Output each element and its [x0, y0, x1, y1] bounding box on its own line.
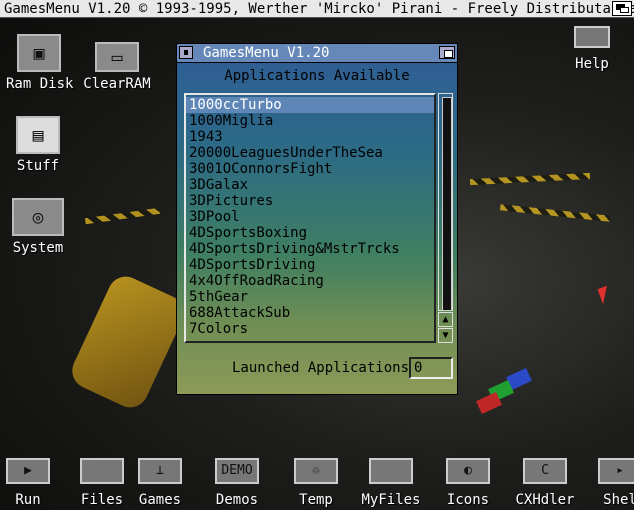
hard-drive-icon: ◎ [12, 198, 64, 236]
decorative-stripe [469, 172, 591, 186]
recycle-icon: ♲ [294, 458, 338, 484]
dock-item-label: Icons [446, 492, 490, 508]
list-item[interactable]: 1000Miglia [186, 113, 434, 129]
dock-item-label: Files [80, 492, 124, 508]
dock-item-myfiles[interactable]: MyFiles [361, 458, 421, 508]
decorative-stripe [84, 207, 161, 225]
desktop-icon-label: System [12, 240, 64, 256]
dock-item-shel[interactable]: ▸ Shel [590, 458, 634, 508]
depth-gadget-icon[interactable] [439, 46, 455, 59]
window-title-bar[interactable]: GamesMenu V1.20 [177, 44, 457, 63]
scroll-up-icon[interactable]: ▲ [438, 312, 453, 327]
launched-applications-label: Launched Applications [232, 360, 410, 376]
dock-item-label: Games [138, 492, 182, 508]
dock-item-demos[interactable]: DEMO Demos [207, 458, 267, 508]
screen-title-bar: GamesMenu V1.20 © 1993-1995, Werther 'Mi… [0, 0, 634, 18]
ram-disk-icon: ▣ [17, 34, 61, 72]
list-item[interactable]: 688AttackSub [186, 305, 434, 321]
list-item[interactable]: 7Colors [186, 321, 434, 337]
commodity-icon: C [523, 458, 567, 484]
help-label: Help [575, 56, 609, 72]
screen-depth-gadget[interactable] [612, 1, 632, 16]
clear-ram-icon: ▭ [95, 42, 139, 72]
dock-item-label: CXHdler [515, 492, 575, 508]
desktop-icon-label: Stuff [16, 158, 60, 174]
shell-icon: ▸ [598, 458, 634, 484]
dock-item-label: Shel [603, 492, 634, 508]
list-item[interactable]: 3001OConnorsFight [186, 161, 434, 177]
play-icon: ▶ [6, 458, 50, 484]
desktop-icon-ram-disk[interactable]: ▣ Ram Disk [6, 34, 74, 92]
close-icon[interactable] [179, 46, 193, 59]
list-item[interactable]: 4x4OffRoadRacing [186, 273, 434, 289]
dock-item-run[interactable]: ▶ Run [0, 458, 58, 508]
joystick-icon: ⊥ [138, 458, 182, 484]
decorative-device-image [66, 270, 190, 414]
window-title: GamesMenu V1.20 [203, 45, 330, 61]
icons-drawer-icon: ◐ [446, 458, 490, 484]
gamesmenu-window: GamesMenu V1.20 Applications Available 1… [176, 43, 458, 395]
desktop-icon-stuff[interactable]: ▤ Stuff [8, 116, 68, 174]
mouse-pointer-icon [597, 285, 613, 305]
list-item[interactable]: 20000LeaguesUnderTheSea [186, 145, 434, 161]
screen-title: GamesMenu V1.20 © 1993-1995, Werther 'Mi… [4, 1, 634, 17]
desktop-icon-label: ClearRAM [83, 76, 151, 92]
list-item[interactable]: 5thGear [186, 289, 434, 305]
demo-drawer-icon: DEMO [215, 458, 259, 484]
dock-item-temp[interactable]: ♲ Temp [286, 458, 346, 508]
scrollbar-track[interactable] [438, 93, 453, 311]
desktop-icon-label: Ram Disk [6, 76, 74, 92]
files-icon [369, 458, 413, 484]
dock-item-label: MyFiles [361, 492, 421, 508]
list-scrollbar[interactable]: ▲ ▼ [438, 93, 453, 343]
dock-item-cxhdler[interactable]: C CXHdler [515, 458, 575, 508]
list-item[interactable]: 3DPictures [186, 193, 434, 209]
decorative-stripe [499, 204, 611, 222]
list-item[interactable]: 4DSportsDriving [186, 257, 434, 273]
dock-item-files[interactable]: Files [72, 458, 132, 508]
help-button[interactable]: Help [574, 26, 610, 72]
list-item[interactable]: 3DGalax [186, 177, 434, 193]
list-item[interactable]: 1000ccTurbo [186, 97, 434, 113]
scrollbar-knob[interactable] [442, 97, 452, 311]
dock-item-label: Run [15, 492, 41, 508]
dock-item-games[interactable]: ⊥ Games [130, 458, 190, 508]
launched-applications-count: 0 [409, 357, 453, 379]
applications-list[interactable]: 1000ccTurbo 1000Miglia 1943 20000LeaguesUnd… [184, 93, 436, 343]
folder-icon [80, 458, 124, 484]
disk-icon: ▤ [16, 116, 60, 154]
list-item[interactable]: 4DSportsDriving&MstrTrcks [186, 241, 434, 257]
list-item[interactable]: 3DPool [186, 209, 434, 225]
help-icon [574, 26, 610, 48]
list-item[interactable]: 1943 [186, 129, 434, 145]
dock-item-icons[interactable]: ◐ Icons [438, 458, 498, 508]
dock-item-label: Demos [215, 492, 259, 508]
scroll-down-icon[interactable]: ▼ [438, 328, 453, 343]
desktop-icon-system[interactable]: ◎ System [8, 198, 68, 256]
list-item[interactable]: 4DSportsBoxing [186, 225, 434, 241]
desktop-icon-clear-ram[interactable]: ▭ ClearRAM [82, 42, 152, 92]
list-heading: Applications Available [224, 68, 410, 84]
dock-item-label: Temp [299, 492, 333, 508]
